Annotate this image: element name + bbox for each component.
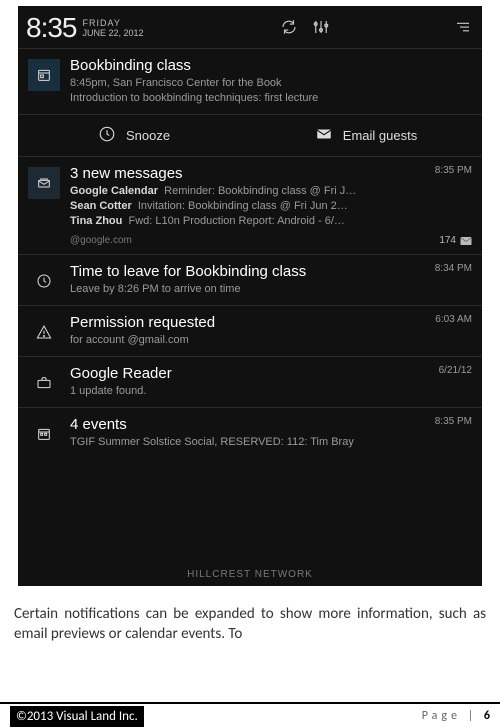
sync-icon: [280, 18, 298, 39]
date-block: FRIDAY JUNE 22, 2012: [83, 18, 144, 38]
notification-detail: Introduction to bookbinding techniques: …: [70, 91, 468, 106]
notification-title: 4 events: [70, 416, 468, 433]
mail-preview-line: Tina Zhou Fwd: L10n Production Report: A…: [70, 214, 468, 229]
timestamp: 6:03 AM: [435, 314, 472, 325]
snooze-button[interactable]: Snooze: [18, 125, 250, 146]
page-number: Page | 6: [422, 709, 490, 723]
briefcase-icon: [28, 367, 60, 399]
notification-subtitle: 1 update found.: [70, 384, 468, 399]
snooze-label: Snooze: [126, 128, 170, 143]
notification-title: Bookbinding class: [70, 57, 468, 74]
status-icons: [280, 18, 472, 39]
mail-preview-line: Google Calendar Reminder: Bookbinding cl…: [70, 184, 468, 199]
page-footer: ©2013 Visual Land Inc. Page | 6: [0, 702, 500, 728]
mail-icon: [315, 125, 333, 146]
mail-preview-line: Sean Cotter Invitation: Bookbinding clas…: [70, 199, 468, 214]
notification-reader[interactable]: Google Reader 1 update found. 6/21/12: [18, 356, 482, 407]
carrier-label: HILLCREST NETWORK: [18, 569, 482, 580]
unread-count: 174: [439, 235, 472, 246]
date: JUNE 22, 2012: [83, 28, 144, 38]
mail-stack-icon: [28, 167, 60, 199]
notification-subtitle: for account @gmail.com: [70, 333, 468, 348]
calendar-multi-icon: [28, 418, 60, 450]
notification-time-to-leave[interactable]: Time to leave for Bookbinding class Leav…: [18, 254, 482, 305]
calendar-day-icon: [28, 59, 60, 91]
timestamp: 8:34 PM: [435, 263, 472, 274]
timestamp: 6/21/12: [439, 365, 472, 376]
document-paragraph: Certain notifications can be expanded to…: [14, 604, 486, 644]
account-label: @google.com: [70, 235, 468, 246]
status-bar: 8:35 FRIDAY JUNE 22, 2012: [18, 6, 482, 48]
notification-title: Google Reader: [70, 365, 468, 382]
notification-subtitle: TGIF Summer Solstice Social, RESERVED: 1…: [70, 435, 468, 450]
settings-lines-icon[interactable]: [454, 18, 472, 39]
notification-title: Time to leave for Bookbinding class: [70, 263, 468, 280]
email-guests-label: Email guests: [343, 128, 417, 143]
notification-gmail[interactable]: 3 new messages Google Calendar Reminder:…: [18, 156, 482, 254]
clock-icon: [28, 265, 60, 297]
copyright: ©2013 Visual Land Inc.: [10, 706, 144, 727]
android-notification-shade: 8:35 FRIDAY JUNE 22, 2012 Bookbinding cl…: [18, 6, 482, 586]
notification-calendar-multi[interactable]: 4 events TGIF Summer Solstice Social, RE…: [18, 407, 482, 458]
warning-icon: [28, 316, 60, 348]
timestamp: 8:35 PM: [435, 416, 472, 427]
clock: 8:35: [26, 12, 77, 44]
notification-title: 3 new messages: [70, 165, 468, 182]
notification-calendar-event[interactable]: Bookbinding class 8:45pm, San Francisco …: [18, 48, 482, 114]
notification-title: Permission requested: [70, 314, 468, 331]
notification-permission[interactable]: Permission requested for account @gmail.…: [18, 305, 482, 356]
notification-actions: Snooze Email guests: [18, 114, 482, 156]
timestamp: 8:35 PM: [435, 165, 472, 176]
clock-icon: [98, 125, 116, 146]
email-guests-button[interactable]: Email guests: [250, 125, 482, 146]
notification-subtitle: 8:45pm, San Francisco Center for the Boo…: [70, 76, 468, 91]
notification-subtitle: Leave by 8:26 PM to arrive on time: [70, 282, 468, 297]
sliders-icon[interactable]: [312, 18, 330, 39]
weekday: FRIDAY: [83, 18, 144, 28]
